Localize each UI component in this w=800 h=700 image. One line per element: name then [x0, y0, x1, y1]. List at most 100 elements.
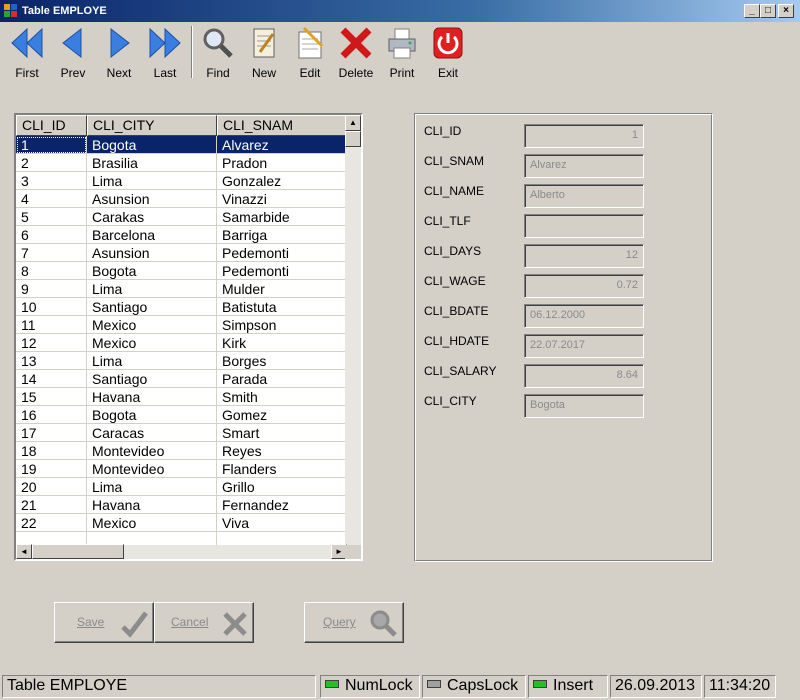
- vertical-scrollbar[interactable]: ▲: [345, 115, 361, 545]
- employee-grid[interactable]: CLI_ID CLI_CITY CLI_SNAM 1 Bogota Alvarez 2…: [14, 113, 363, 561]
- table-cell[interactable]: Santiago: [87, 298, 217, 316]
- table-row[interactable]: 13 Lima Borges: [16, 352, 347, 370]
- table-cell[interactable]: Santiago: [87, 370, 217, 388]
- table-row[interactable]: 2 Brasilia Pradon: [16, 154, 347, 172]
- table-cell[interactable]: Pedemonti: [217, 262, 347, 280]
- table-cell[interactable]: Havana: [87, 388, 217, 406]
- field-value[interactable]: 0.72: [524, 274, 644, 298]
- scroll-left-button[interactable]: ◄: [16, 544, 32, 559]
- table-row[interactable]: 1 Bogota Alvarez: [16, 136, 347, 154]
- scroll-up-button[interactable]: ▲: [345, 115, 361, 131]
- prev-button[interactable]: Prev: [51, 26, 95, 82]
- table-cell[interactable]: Havana: [87, 496, 217, 514]
- field-value[interactable]: 22.07.2017: [524, 334, 644, 358]
- table-cell[interactable]: 3: [16, 172, 87, 190]
- horizontal-scrollbar[interactable]: ◄ ►: [16, 544, 347, 559]
- table-cell[interactable]: 6: [16, 226, 87, 244]
- table-row[interactable]: 15 Havana Smith: [16, 388, 347, 406]
- field-value[interactable]: 06.12.2000: [524, 304, 644, 328]
- column-header-cli-city[interactable]: CLI_CITY: [87, 115, 217, 136]
- table-cell[interactable]: 13: [16, 352, 87, 370]
- new-button[interactable]: New: [242, 26, 286, 82]
- table-row[interactable]: 18 Montevideo Reyes: [16, 442, 347, 460]
- table-cell[interactable]: Fernandez: [217, 496, 347, 514]
- save-button[interactable]: Save: [54, 602, 154, 643]
- table-row[interactable]: 14 Santiago Parada: [16, 370, 347, 388]
- table-cell[interactable]: 18: [16, 442, 87, 460]
- table-cell[interactable]: Alvarez: [217, 136, 347, 154]
- last-button[interactable]: Last: [143, 26, 187, 82]
- table-row[interactable]: 8 Bogota Pedemonti: [16, 262, 347, 280]
- field-value[interactable]: [524, 214, 644, 238]
- table-cell[interactable]: Bogota: [87, 406, 217, 424]
- table-cell[interactable]: Parada: [217, 370, 347, 388]
- table-cell[interactable]: 19: [16, 460, 87, 478]
- cancel-button[interactable]: Cancel: [154, 602, 254, 643]
- table-row[interactable]: 22 Mexico Viva: [16, 514, 347, 532]
- table-cell[interactable]: Samarbide: [217, 208, 347, 226]
- table-cell[interactable]: 7: [16, 244, 87, 262]
- first-button[interactable]: First: [5, 26, 49, 82]
- table-row[interactable]: 5 Carakas Samarbide: [16, 208, 347, 226]
- table-cell[interactable]: Bogota: [87, 262, 217, 280]
- table-cell[interactable]: Barriga: [217, 226, 347, 244]
- table-row[interactable]: 17 Caracas Smart: [16, 424, 347, 442]
- table-cell[interactable]: 11: [16, 316, 87, 334]
- table-row[interactable]: 4 Asunsion Vinazzi: [16, 190, 347, 208]
- table-row[interactable]: 11 Mexico Simpson: [16, 316, 347, 334]
- table-cell[interactable]: Grillo: [217, 478, 347, 496]
- table-row[interactable]: 19 Montevideo Flanders: [16, 460, 347, 478]
- table-row[interactable]: 6 Barcelona Barriga: [16, 226, 347, 244]
- table-row[interactable]: 20 Lima Grillo: [16, 478, 347, 496]
- table-row[interactable]: 10 Santiago Batistuta: [16, 298, 347, 316]
- table-cell[interactable]: 21: [16, 496, 87, 514]
- table-cell[interactable]: Mexico: [87, 316, 217, 334]
- table-cell[interactable]: 16: [16, 406, 87, 424]
- table-cell[interactable]: 12: [16, 334, 87, 352]
- table-cell[interactable]: 2: [16, 154, 87, 172]
- edit-button[interactable]: Edit: [288, 26, 332, 82]
- delete-button[interactable]: Delete: [334, 26, 378, 82]
- table-cell[interactable]: Asunsion: [87, 190, 217, 208]
- close-window-button[interactable]: ×: [778, 4, 794, 18]
- table-cell[interactable]: Borges: [217, 352, 347, 370]
- table-cell[interactable]: Montevideo: [87, 460, 217, 478]
- field-value[interactable]: 12: [524, 244, 644, 268]
- table-cell[interactable]: Simpson: [217, 316, 347, 334]
- table-cell[interactable]: 10: [16, 298, 87, 316]
- table-cell[interactable]: 4: [16, 190, 87, 208]
- field-value[interactable]: 8.64: [524, 364, 644, 388]
- field-value[interactable]: 1: [524, 124, 644, 148]
- table-cell[interactable]: Barcelona: [87, 226, 217, 244]
- table-cell[interactable]: Lima: [87, 352, 217, 370]
- table-cell[interactable]: 15: [16, 388, 87, 406]
- table-cell[interactable]: 14: [16, 370, 87, 388]
- table-cell[interactable]: Brasilia: [87, 154, 217, 172]
- query-button[interactable]: Query: [304, 602, 404, 643]
- horizontal-scroll-thumb[interactable]: [32, 544, 124, 559]
- column-header-cli-snam[interactable]: CLI_SNAM: [217, 115, 347, 136]
- find-button[interactable]: Find: [196, 26, 240, 82]
- field-value[interactable]: Bogota: [524, 394, 644, 418]
- exit-button[interactable]: Exit: [426, 26, 470, 82]
- table-cell[interactable]: 20: [16, 478, 87, 496]
- table-cell[interactable]: Smith: [217, 388, 347, 406]
- table-cell[interactable]: Batistuta: [217, 298, 347, 316]
- table-row[interactable]: 12 Mexico Kirk: [16, 334, 347, 352]
- table-cell[interactable]: Carakas: [87, 208, 217, 226]
- table-cell[interactable]: Lima: [87, 172, 217, 190]
- minimize-button[interactable]: _: [744, 4, 760, 18]
- table-cell[interactable]: 8: [16, 262, 87, 280]
- table-cell[interactable]: 5: [16, 208, 87, 226]
- table-cell[interactable]: Pedemonti: [217, 244, 347, 262]
- table-row[interactable]: 7 Asunsion Pedemonti: [16, 244, 347, 262]
- next-button[interactable]: Next: [97, 26, 141, 82]
- table-cell[interactable]: Vinazzi: [217, 190, 347, 208]
- table-cell[interactable]: Flanders: [217, 460, 347, 478]
- table-cell[interactable]: Lima: [87, 280, 217, 298]
- table-cell[interactable]: Reyes: [217, 442, 347, 460]
- table-cell[interactable]: Caracas: [87, 424, 217, 442]
- table-cell[interactable]: Pradon: [217, 154, 347, 172]
- vertical-scroll-thumb[interactable]: [345, 131, 361, 147]
- field-value[interactable]: Alvarez: [524, 154, 644, 178]
